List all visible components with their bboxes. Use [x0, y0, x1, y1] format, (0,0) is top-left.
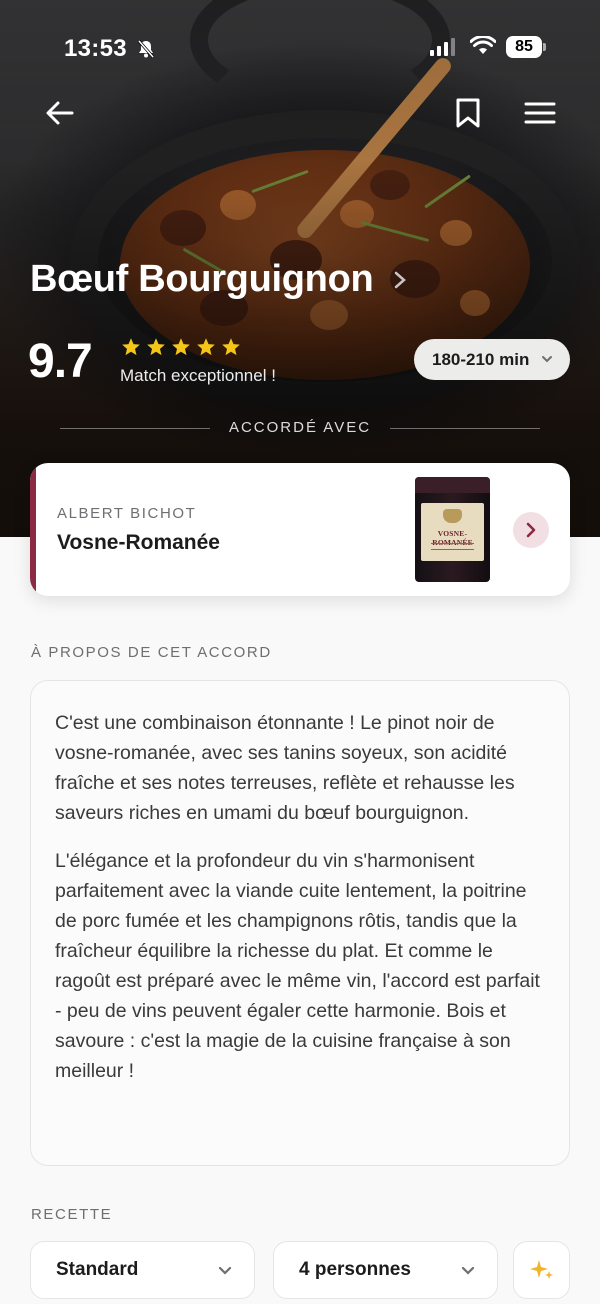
hamburger-menu-icon — [524, 102, 556, 124]
chevron-down-icon — [542, 356, 552, 363]
cook-time-dropdown[interactable]: 180-210 min — [414, 339, 570, 380]
wine-producer: ALBERT BICHOT — [57, 505, 197, 522]
divider-line-right — [390, 428, 540, 429]
servings-value: 4 personnes — [299, 1259, 411, 1280]
star-icon — [222, 338, 240, 356]
status-bar: 13:53 85 — [0, 30, 600, 66]
chevron-right-icon — [395, 271, 407, 288]
battery-indicator: 85 — [506, 36, 542, 58]
match-label: Match exceptionnel ! — [120, 366, 276, 385]
star-icon — [122, 338, 140, 356]
chevron-right-icon — [526, 522, 536, 538]
wine-card[interactable]: ALBERT BICHOT Vosne-Romanée VOSNE-ROMANÉ… — [30, 463, 570, 596]
chevron-down-icon — [461, 1266, 475, 1275]
arrow-left-icon — [46, 101, 74, 125]
battery-tip — [543, 43, 546, 51]
dish-title: Bœuf Bourguignon — [30, 258, 374, 300]
bookmark-button[interactable] — [448, 93, 488, 133]
about-heading: À PROPOS DE CET ACCORD — [31, 644, 272, 661]
dish-title-link[interactable]: Bœuf Bourguignon — [30, 258, 407, 301]
star-icon — [147, 338, 165, 356]
bell-muted-icon — [137, 40, 155, 58]
wine-card-accent — [30, 463, 36, 596]
recipe-variant-value: Standard — [56, 1259, 139, 1280]
wine-bottle-image: VOSNE-ROMANÉE — [415, 477, 490, 582]
bookmark-icon — [456, 98, 480, 128]
star-icon — [197, 338, 215, 356]
star-rating — [121, 337, 241, 357]
servings-select[interactable]: 4 personnes — [273, 1241, 498, 1299]
ai-sparkle-button[interactable] — [513, 1241, 570, 1299]
bottle-label-text: VOSNE-ROMANÉE — [432, 529, 472, 547]
about-paragraph: C'est une combinaison étonnante ! Le pin… — [55, 712, 515, 824]
recipe-heading: RECETTE — [31, 1206, 113, 1223]
wine-name: Vosne-Romanée — [57, 531, 220, 554]
wifi-icon — [470, 36, 496, 54]
cellular-signal-icon — [430, 38, 455, 56]
cook-time-value: 180-210 min — [432, 349, 530, 369]
about-paragraph: L'élégance et la profondeur du vin s'har… — [55, 850, 540, 1082]
recipe-variant-select[interactable]: Standard — [30, 1241, 255, 1299]
about-description: C'est une combinaison étonnante ! Le pin… — [30, 680, 570, 1166]
back-button[interactable] — [40, 93, 80, 133]
menu-button[interactable] — [520, 93, 560, 133]
chevron-down-icon — [218, 1266, 232, 1275]
star-icon — [172, 338, 190, 356]
wine-detail-button[interactable] — [513, 512, 549, 548]
status-time: 13:53 — [64, 35, 127, 62]
sparkle-icon — [529, 1260, 553, 1279]
match-score: 9.7 — [28, 335, 93, 388]
